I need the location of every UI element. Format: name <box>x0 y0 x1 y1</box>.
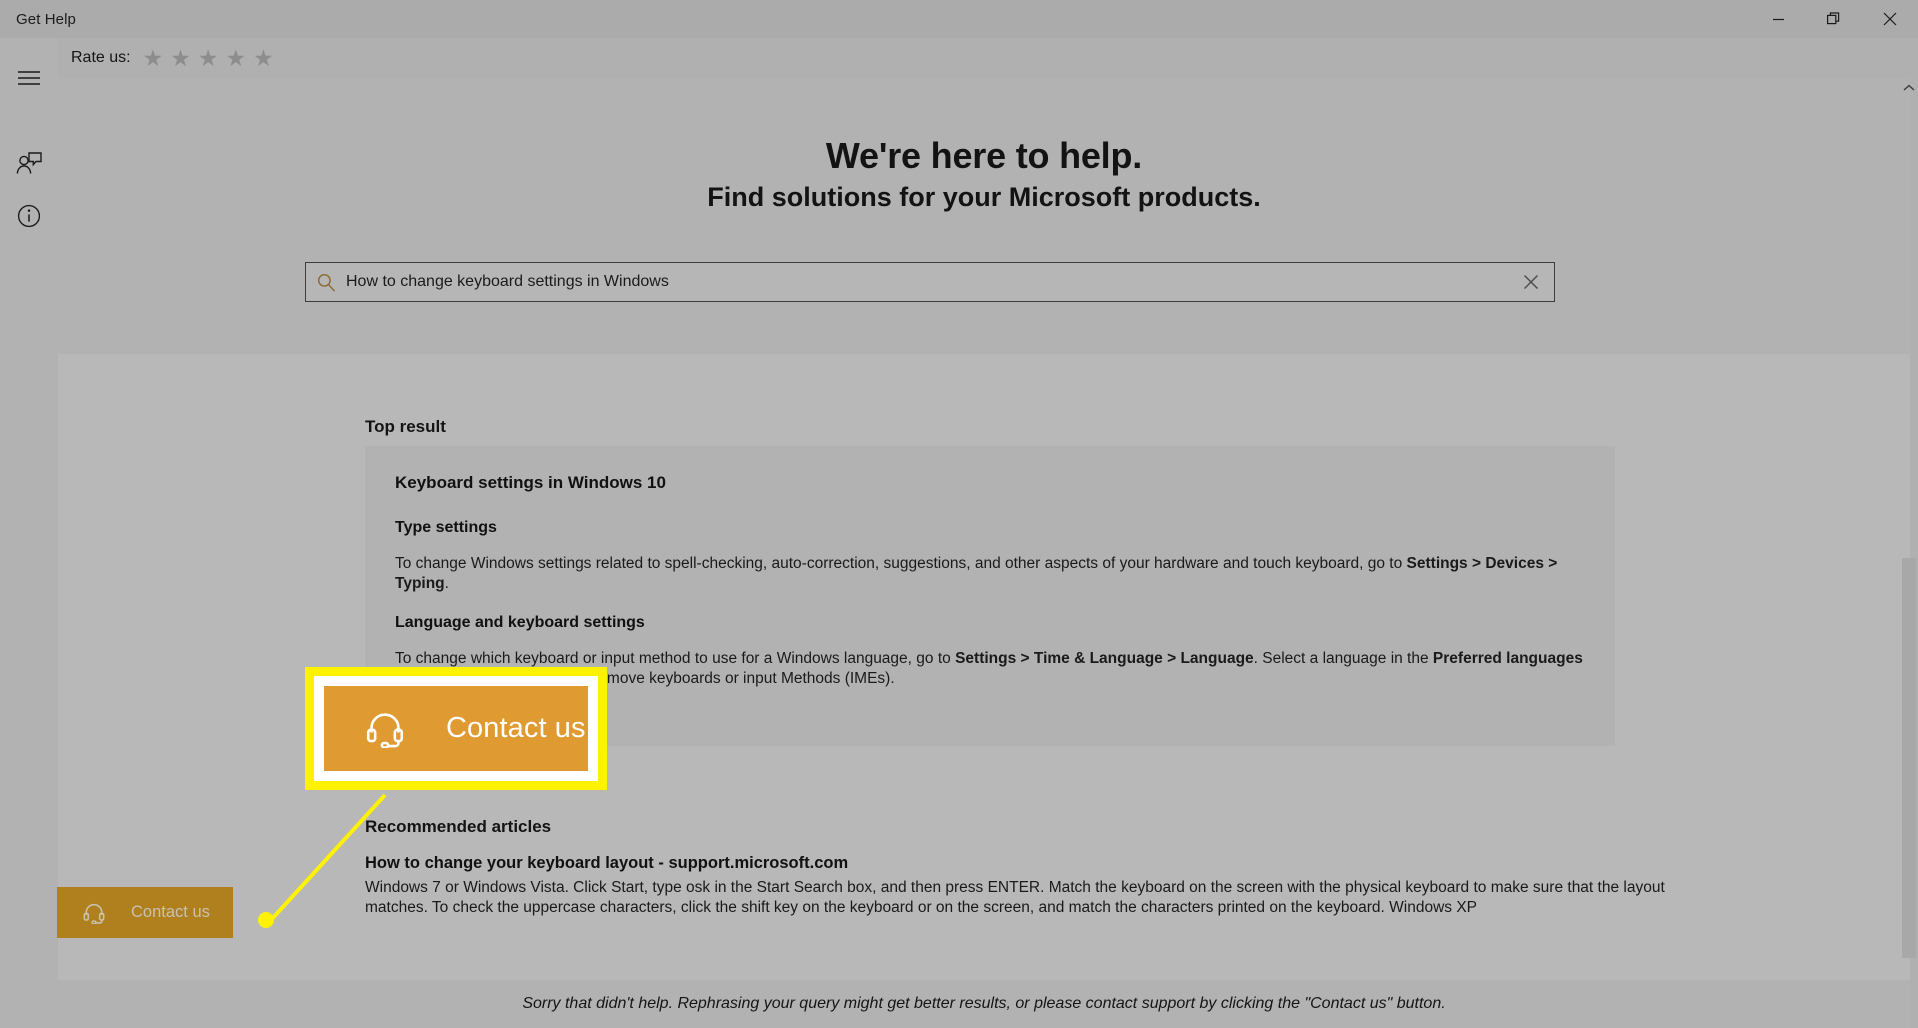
rating-star[interactable]: ★ <box>253 47 274 70</box>
search-input[interactable] <box>346 264 1508 300</box>
maximize-restore-button[interactable] <box>1806 0 1862 38</box>
clear-search-button[interactable] <box>1508 263 1554 301</box>
headset-icon <box>366 710 404 748</box>
contact-us-button[interactable]: Contact us <box>57 887 233 938</box>
contact-us-button-label: Contact us <box>131 903 210 922</box>
left-navigation-rail <box>0 38 58 1028</box>
rate-us-label: Rate us: <box>71 49 131 67</box>
rating-stars[interactable]: ★ ★ ★ ★ ★ <box>143 47 274 70</box>
info-icon <box>17 204 41 228</box>
sidebar-item-info[interactable] <box>0 190 58 242</box>
footer-message: Sorry that didn't help. Rephrasing your … <box>522 995 1445 1013</box>
vertical-scrollbar[interactable] <box>1900 78 1918 980</box>
window-title: Get Help <box>16 11 76 28</box>
rating-star[interactable]: ★ <box>225 47 246 70</box>
list-item[interactable]: How to change your keyboard layout - sup… <box>365 854 1675 918</box>
callout-highlight-box: Contact us <box>305 667 607 790</box>
body-text-bold: Preferred languages <box>1433 650 1583 667</box>
rate-us-bar: Rate us: ★ ★ ★ ★ ★ <box>58 38 1918 78</box>
contact-us-magnified-label: Contact us <box>446 712 586 745</box>
hamburger-menu-button[interactable] <box>0 52 58 104</box>
result-card-title: Keyboard settings in Windows 10 <box>395 473 1585 493</box>
page-subtitle: Find solutions for your Microsoft produc… <box>58 182 1910 213</box>
search-icon <box>306 273 346 292</box>
body-text-fragment: To change which keyboard or input method… <box>395 650 955 667</box>
result-section-heading-language: Language and keyboard settings <box>395 614 1585 632</box>
scrollbar-track[interactable] <box>1900 98 1918 960</box>
rating-star[interactable]: ★ <box>170 47 191 70</box>
article-body: Windows 7 or Windows Vista. Click Start,… <box>365 878 1675 918</box>
chevron-up-icon <box>1903 79 1915 97</box>
body-text-fragment: To change Windows settings related to sp… <box>395 555 1407 572</box>
page-title: We're here to help. <box>58 135 1910 177</box>
body-text-bold: Settings > Time & Language > Language <box>955 650 1254 667</box>
contact-agent-icon <box>16 152 42 176</box>
search-box[interactable] <box>305 262 1555 302</box>
title-bar: Get Help <box>0 0 1918 38</box>
headset-icon <box>83 902 105 924</box>
contact-us-button-magnified[interactable]: Contact us <box>324 686 588 771</box>
minimize-button[interactable] <box>1750 0 1806 38</box>
body-text-fragment: . <box>445 575 449 592</box>
scroll-up-button[interactable] <box>1900 78 1918 98</box>
footer-bar: Sorry that didn't help. Rephrasing your … <box>58 980 1910 1028</box>
recommended-articles-label: Recommended articles <box>365 817 551 837</box>
hamburger-menu-icon <box>18 70 40 86</box>
top-result-label: Top result <box>365 417 446 437</box>
rating-star[interactable]: ★ <box>198 47 219 70</box>
article-title[interactable]: How to change your keyboard layout - sup… <box>365 854 1675 873</box>
rating-star[interactable]: ★ <box>143 47 164 70</box>
result-section-body-type-settings: To change Windows settings related to sp… <box>395 554 1585 593</box>
callout-inner-frame: Contact us <box>314 676 598 781</box>
close-button[interactable] <box>1862 0 1918 38</box>
result-section-heading-type-settings: Type settings <box>395 519 1585 537</box>
sidebar-item-contact-agent[interactable] <box>0 138 58 190</box>
scrollbar-thumb[interactable] <box>1902 558 1916 958</box>
hero-section: We're here to help. Find solutions for y… <box>58 78 1910 354</box>
body-text-fragment: . Select a language in the <box>1254 650 1433 667</box>
